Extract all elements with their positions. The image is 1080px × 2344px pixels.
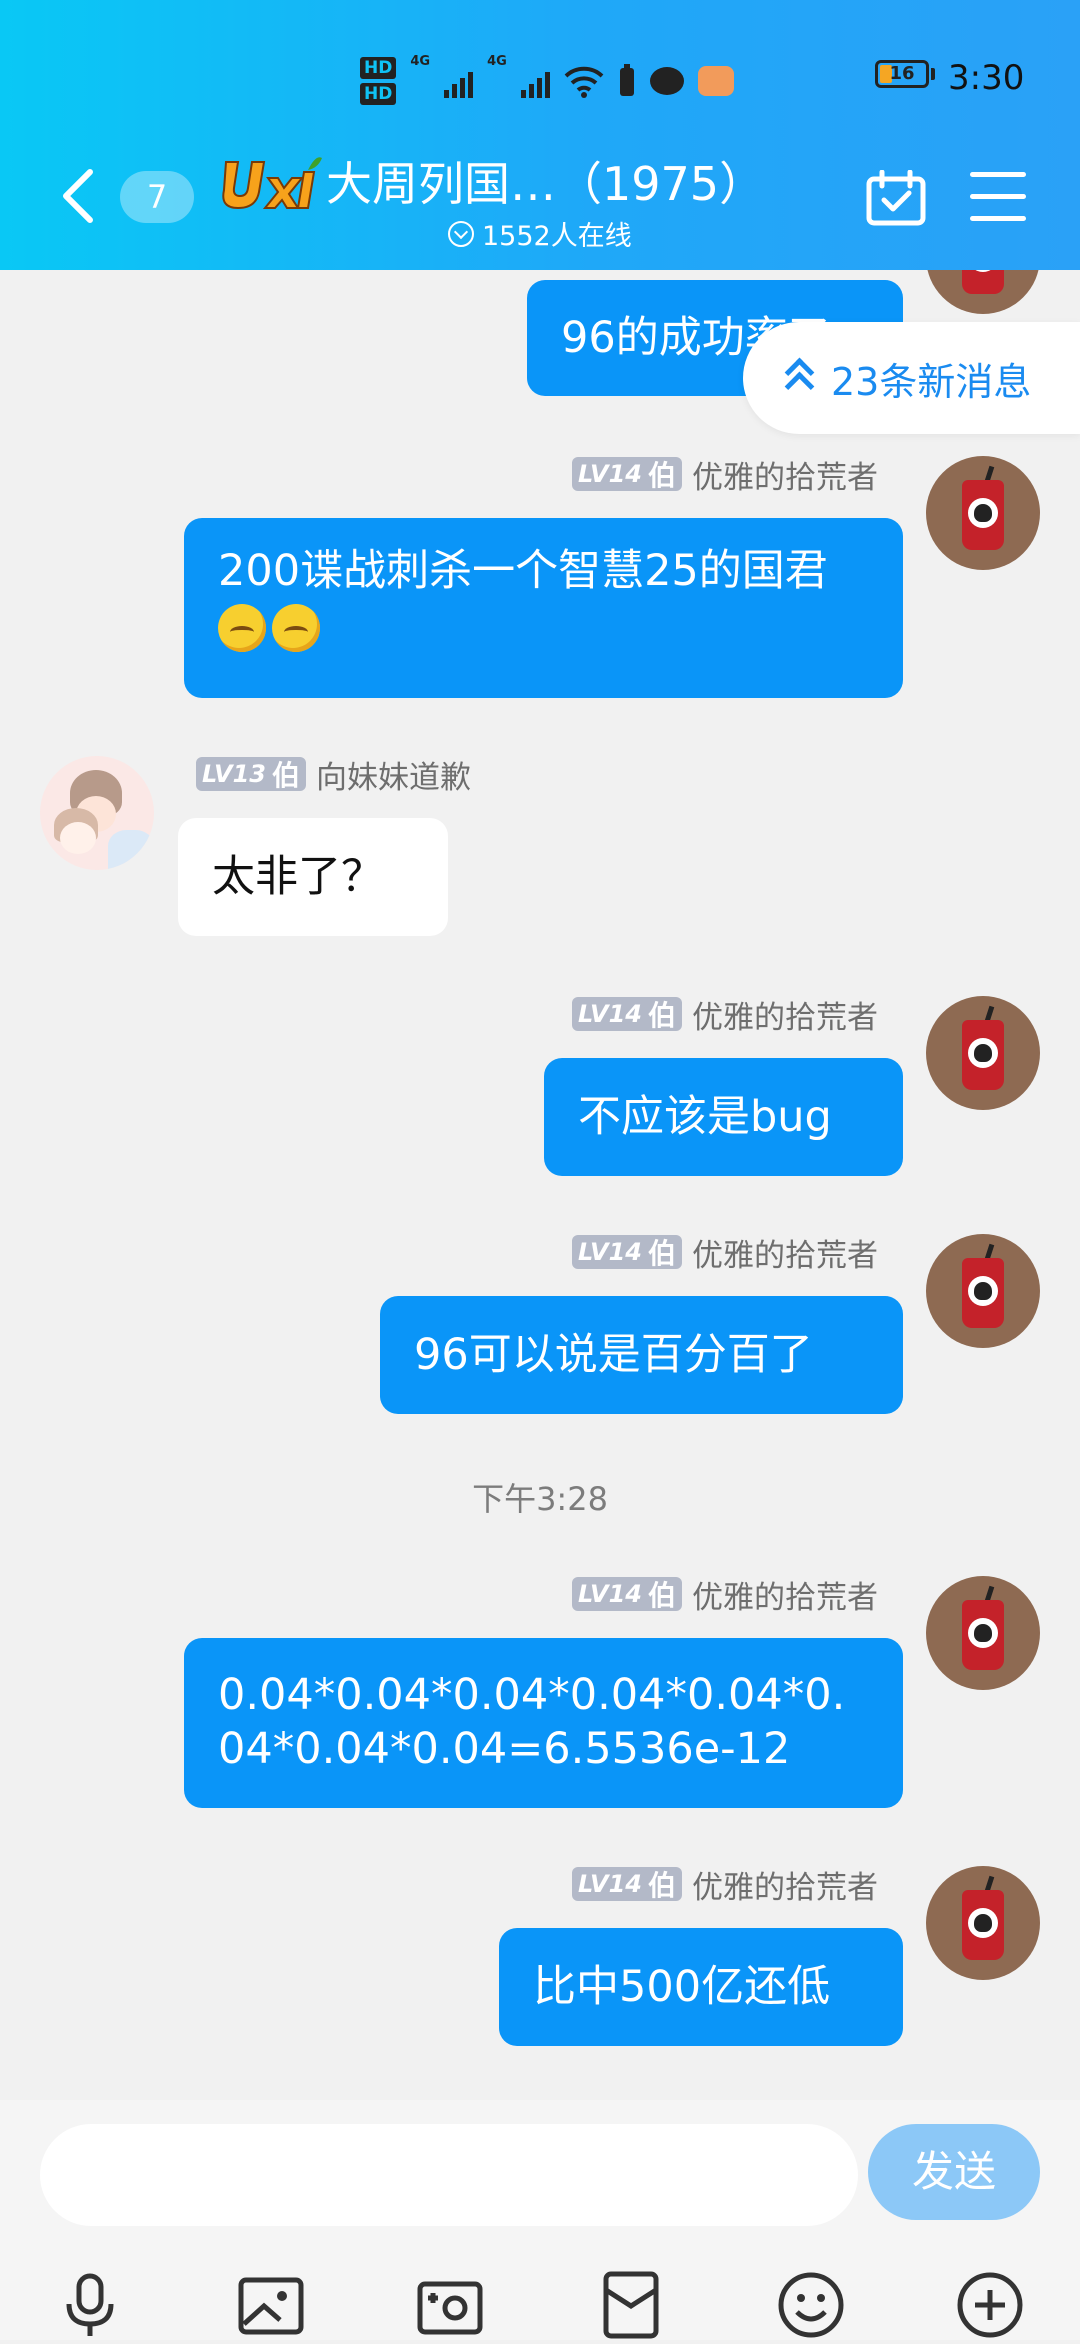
menu-button[interactable] [970,172,1026,222]
chevron-down-icon [448,220,474,247]
back-arrow-icon [63,169,93,223]
battery-icon: 16 [875,60,935,88]
message-notification-icon [697,66,734,96]
wechat-icon [649,67,684,95]
emoji-icon [218,603,266,652]
avatar[interactable] [926,1576,1040,1690]
signal2-icon [520,64,550,98]
camera-button[interactable] [415,2270,485,2340]
camera-icon [417,2281,483,2335]
network1-label: 4G [410,54,431,69]
network2-label: 4G [487,54,507,69]
avatar[interactable] [926,270,1040,314]
more-button[interactable] [955,2270,1025,2340]
online-count[interactable]: 1552人在线 [448,214,632,253]
online-count-label: 1552人在线 [482,221,632,252]
red-packet-icon [603,2271,659,2339]
sender-name[interactable]: 向妹妹道歉 [316,752,471,797]
wifi-icon [564,66,604,98]
level-badge: LV14 伯 [572,457,682,492]
sender-meta: LV14 伯 优雅的拾荒者 [572,996,878,1036]
new-messages-label: 23条新消息 [831,359,1032,404]
unread-count-badge[interactable]: 7 [120,171,194,223]
sender-meta: LV13 伯 向妹妹道歉 [196,756,471,796]
message-bubble[interactable]: 太非了？ [178,818,448,936]
voice-button[interactable] [55,2270,125,2340]
avatar[interactable] [926,996,1040,1110]
hd1-badge: HD [360,57,397,79]
image-button[interactable] [236,2270,306,2340]
message-text: 200谍战刺杀一个智慧25的国君 [218,546,828,596]
sender-meta: LV14 伯 优雅的拾荒者 [572,1234,878,1274]
message-input[interactable] [40,2124,858,2226]
signal1-icon [444,64,474,98]
hd-indicators: HD HD [360,57,397,105]
input-bar: 发送 [0,2100,1080,2340]
back-button[interactable] [58,166,98,226]
new-messages-button[interactable]: 23条新消息 [743,322,1080,434]
message-bubble[interactable]: 200谍战刺杀一个智慧25的国君 [184,518,903,698]
message-timestamp: 下午3:28 [472,1480,608,1518]
plus-icon [957,2272,1023,2338]
chat-header: HD HD 4G 4G 16 3:30 7 大周列国…（1975） 1552人在… [0,0,1080,270]
level-badge: LV14 伯 [572,997,682,1032]
status-icons: HD HD 4G 4G [360,46,734,116]
image-icon [238,2277,304,2335]
sender-name[interactable]: 优雅的拾荒者 [692,992,878,1037]
emoji-button[interactable] [776,2270,846,2340]
sender-meta: LV14 伯 优雅的拾荒者 [572,1866,878,1906]
double-chevron-up-icon [783,358,813,398]
avatar[interactable] [926,1866,1040,1980]
message-bubble[interactable]: 比中500亿还低 [499,1928,903,2046]
input-toolbar [0,2270,1080,2340]
emoji-icon [778,2272,844,2338]
level-badge: LV14 伯 [572,1867,682,1902]
sender-name[interactable]: 优雅的拾荒者 [692,1862,878,1907]
game-logo-icon [222,157,322,210]
red-packet-button[interactable] [596,2270,666,2340]
message-list[interactable]: 96的成功率了 LV14 伯 优雅的拾荒者 200谍战刺杀一个智慧25的国君 LV… [0,270,1080,2100]
avatar[interactable] [40,756,154,870]
sender-meta: LV14 伯 优雅的拾荒者 [572,456,878,496]
level-badge: LV14 伯 [572,1577,682,1612]
calendar-check-icon[interactable] [866,170,926,226]
level-badge: LV13 伯 [196,757,306,792]
level-badge: LV14 伯 [572,1235,682,1270]
emoji-icon [272,603,320,652]
sender-meta: LV14 伯 优雅的拾荒者 [572,1576,878,1616]
microphone-icon [66,2273,114,2336]
avatar[interactable] [926,456,1040,570]
group-title[interactable]: 大周列国…（1975） [326,148,765,214]
send-button[interactable]: 发送 [868,2124,1040,2220]
message-bubble[interactable]: 不应该是bug [544,1058,903,1176]
sender-name[interactable]: 优雅的拾荒者 [692,1572,878,1617]
message-bubble[interactable]: 96可以说是百分百了 [380,1296,903,1414]
avatar[interactable] [926,1234,1040,1348]
hd2-badge: HD [360,83,397,105]
battery-saver-icon [619,64,634,96]
status-time: 3:30 [948,58,1025,98]
sender-name[interactable]: 优雅的拾荒者 [692,452,878,497]
status-bar: HD HD 4G 4G 16 3:30 [0,46,1080,116]
message-bubble[interactable]: 0.04*0.04*0.04*0.04*0.04*0.04*0.04*0.04=… [184,1638,903,1808]
sender-name[interactable]: 优雅的拾荒者 [692,1230,878,1275]
battery-level: 16 [889,63,915,84]
